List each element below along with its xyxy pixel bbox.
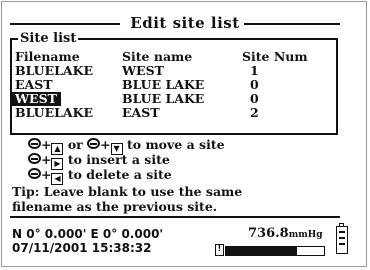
tip-line-1: Tip: Leave blank to use the same (12, 184, 243, 199)
battery-level-bar (339, 237, 345, 239)
circle-plus-icon (28, 138, 41, 149)
site-row-selected[interactable]: WEST BLUE LAKE 0 (12, 92, 338, 106)
site-row[interactable]: BLUELAKE WEST 1 (12, 64, 338, 78)
site-row[interactable]: EAST BLUE LAKE 0 (12, 78, 338, 92)
pressure-value: 736.8 (248, 226, 289, 241)
site-name: BLUE LAKE (122, 77, 205, 92)
circle-plus-icon (28, 168, 41, 179)
site-name: EAST (122, 105, 160, 120)
gps-coordinates: N 0° 0.000' E 0° 0.000' (12, 227, 164, 241)
site-filename: EAST (15, 77, 53, 92)
lcd-screen: Edit site list Site list Filename Site n… (10, 12, 360, 260)
site-list-label: Site list (18, 31, 79, 46)
pressure-readout: 736.8mmHg (248, 227, 323, 242)
memory-icon: ! (215, 244, 224, 256)
memory-gauge (225, 246, 325, 256)
battery-level-bar (339, 243, 345, 245)
column-header-site-num: Site Num (242, 49, 308, 64)
column-header-filename: Filename (15, 49, 80, 64)
site-row[interactable]: BLUELAKE EAST 2 (12, 106, 338, 120)
instruction-delete: + ◀ to delete a site (28, 168, 172, 185)
pressure-unit: mmHg (288, 230, 323, 240)
memory-gauge-fill (226, 247, 297, 255)
site-list-header: Filename Site name Site Num (12, 50, 338, 64)
circle-plus-icon (28, 153, 41, 164)
site-filename: BLUELAKE (15, 105, 93, 120)
tip-line-2: filename as the previous site. (12, 199, 218, 214)
site-name: BLUE LAKE (122, 91, 205, 106)
site-num: 1 (250, 63, 259, 78)
device-screen-frame: Edit site list Site list Filename Site n… (1, 1, 367, 267)
site-name: WEST (122, 63, 164, 78)
column-header-site-name: Site name (122, 49, 193, 64)
battery-icon (336, 223, 348, 254)
site-num: 0 (250, 91, 259, 106)
battery-level-bar (339, 231, 345, 233)
circle-plus-icon (87, 138, 101, 149)
site-num: 0 (250, 77, 259, 92)
site-list-panel: Site list Filename Site name Site Num BL… (10, 32, 338, 135)
site-filename: BLUELAKE (15, 63, 93, 78)
date-time: 07/11/2001 15:38:32 (12, 241, 152, 255)
status-divider (10, 216, 340, 218)
site-num: 2 (250, 105, 259, 120)
site-filename: WEST (12, 92, 61, 106)
